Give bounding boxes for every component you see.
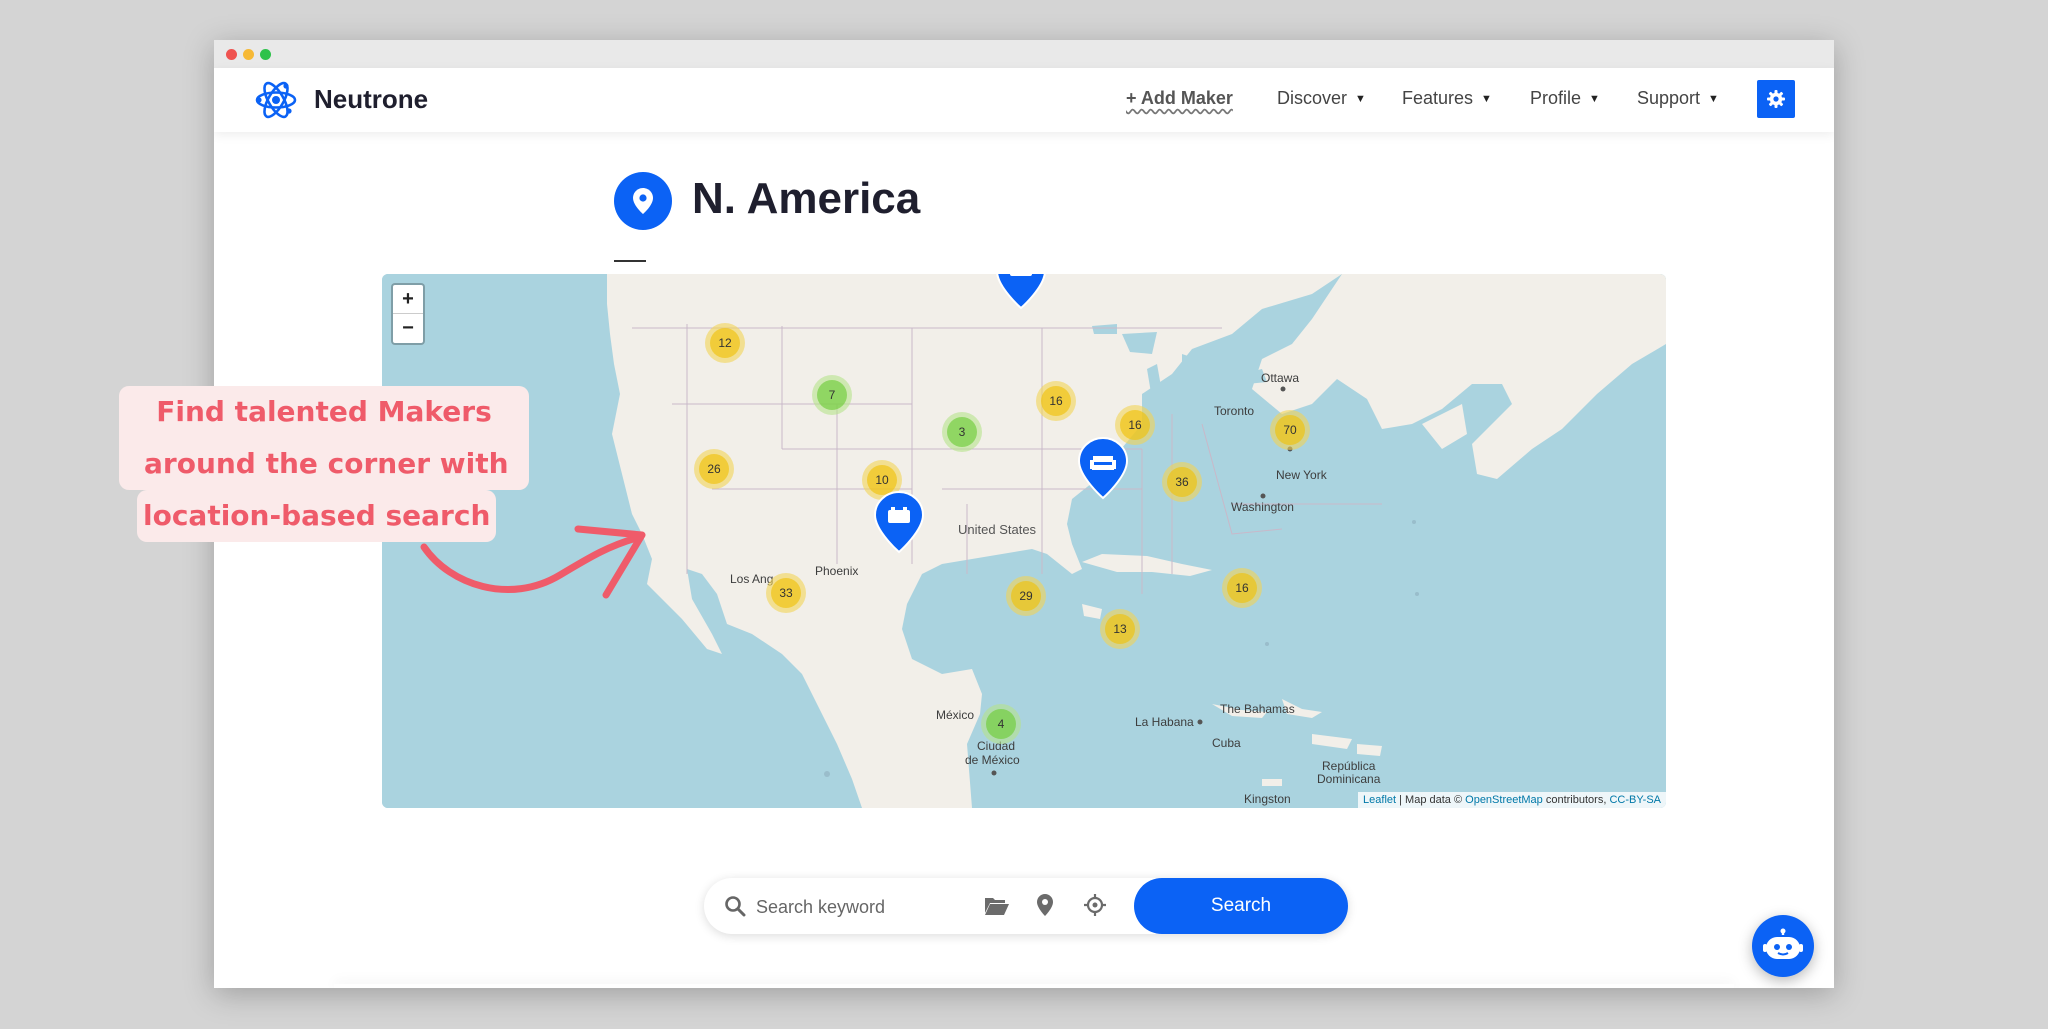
marker-cluster[interactable]: 4	[981, 704, 1021, 744]
map-label-republica: República	[1322, 759, 1376, 773]
marker-cluster[interactable]: 16	[1036, 381, 1076, 421]
add-maker-label: + Add Maker	[1126, 88, 1233, 108]
map-label-new-york: New York	[1276, 468, 1327, 482]
marker-cluster[interactable]: 29	[1006, 576, 1046, 616]
search-input[interactable]	[754, 890, 958, 924]
add-maker-link[interactable]: + Add Maker	[1126, 88, 1233, 109]
leaflet-link[interactable]: Leaflet	[1363, 794, 1396, 806]
callout-text: around the corner with	[144, 447, 509, 480]
attribution-text: | Map data ©	[1396, 794, 1466, 806]
marker-cluster[interactable]: 36	[1162, 462, 1202, 502]
maker-marker-sofa[interactable]	[1076, 436, 1130, 500]
nav-support[interactable]: Support ▼	[1637, 88, 1719, 109]
robot-icon	[1763, 928, 1803, 959]
minimize-window-button[interactable]	[243, 49, 254, 60]
nav-profile[interactable]: Profile ▼	[1530, 88, 1600, 109]
chevron-down-icon: ▼	[1481, 92, 1492, 105]
map-pin-icon[interactable]	[1036, 893, 1054, 917]
nav-features-label: Features	[1402, 88, 1474, 108]
map-label-toronto: Toronto	[1214, 404, 1255, 418]
map-label-kingston: Kingston	[1244, 792, 1291, 806]
cluster-count: 16	[1227, 573, 1257, 603]
search-bar: Search	[704, 878, 1348, 934]
marker-cluster[interactable]: 26	[694, 449, 734, 489]
chevron-down-icon: ▼	[1589, 92, 1600, 105]
map-attribution: Leaflet | Map data © OpenStreetMap contr…	[1358, 792, 1666, 808]
cluster-count: 7	[817, 380, 847, 410]
cluster-count: 12	[710, 328, 740, 358]
gear-icon	[1767, 90, 1785, 108]
cluster-count: 29	[1011, 581, 1041, 611]
chatbot-button[interactable]	[1752, 915, 1814, 977]
marker-cluster[interactable]: 3	[942, 412, 982, 452]
map-pin-icon	[633, 188, 653, 214]
marker-cluster[interactable]: 12	[705, 323, 745, 363]
cluster-count: 26	[699, 454, 729, 484]
maximize-window-button[interactable]	[260, 49, 271, 60]
marker-cluster[interactable]: 13	[1100, 609, 1140, 649]
map-label-the-bahamas: The Bahamas	[1220, 702, 1295, 716]
cluster-count: 3	[947, 417, 977, 447]
zoom-in-button[interactable]: +	[393, 285, 423, 314]
cluster-count: 33	[771, 578, 801, 608]
nav-support-label: Support	[1637, 88, 1701, 108]
cluster-count: 4	[986, 709, 1016, 739]
openstreetmap-link[interactable]: OpenStreetMap	[1465, 794, 1543, 806]
search-icon	[725, 896, 746, 917]
cluster-count: 70	[1275, 415, 1305, 445]
search-button[interactable]: Search	[1134, 878, 1348, 934]
map-label-washington: Washington	[1231, 500, 1294, 514]
nav-discover[interactable]: Discover ▼	[1277, 88, 1366, 109]
map-label-mexico: México	[936, 708, 975, 722]
chevron-down-icon: ▼	[1708, 92, 1719, 105]
map-label-de-mexico: de México	[965, 753, 1020, 767]
curved-arrow-icon	[420, 525, 646, 599]
map-label-cuba: Cuba	[1212, 736, 1241, 750]
maker-marker-keyboard[interactable]	[994, 274, 1048, 310]
attribution-text: contributors,	[1542, 794, 1610, 806]
window-titlebar	[214, 40, 1834, 68]
crosshair-icon[interactable]	[1084, 894, 1106, 916]
map-label-la-habana: La Habana	[1135, 715, 1194, 729]
marker-cluster[interactable]: 7	[812, 375, 852, 415]
page-title: N. America	[692, 174, 921, 223]
nav-features[interactable]: Features ▼	[1402, 88, 1492, 109]
section-divider	[334, 984, 1734, 988]
brand-name[interactable]: Neutrone	[314, 84, 428, 115]
marker-cluster[interactable]: 70	[1270, 410, 1310, 450]
cluster-count: 16	[1041, 386, 1071, 416]
license-link[interactable]: CC-BY-SA	[1609, 794, 1661, 806]
map-label-phoenix: Phoenix	[815, 564, 859, 578]
marker-cluster[interactable]: 16	[1222, 568, 1262, 608]
atom-icon[interactable]	[254, 80, 298, 120]
maker-marker-battery[interactable]	[872, 490, 926, 554]
navbar: Neutrone + Add Maker Discover ▼ Features ▼…	[214, 68, 1834, 132]
cluster-count: 36	[1167, 467, 1197, 497]
title-divider	[614, 260, 646, 262]
chevron-down-icon: ▼	[1355, 92, 1366, 105]
map-label-united-states: United States	[958, 522, 1037, 537]
location-badge	[614, 172, 672, 230]
zoom-out-button[interactable]: −	[393, 314, 423, 342]
nav-discover-label: Discover	[1277, 88, 1348, 108]
folder-icon[interactable]	[984, 895, 1010, 917]
close-window-button[interactable]	[226, 49, 237, 60]
map-label-dominicana: Dominicana	[1317, 772, 1381, 786]
cluster-count: 13	[1105, 614, 1135, 644]
callout-line: around the corner with	[138, 438, 515, 490]
nav-profile-label: Profile	[1530, 88, 1582, 108]
zoom-control: + −	[391, 283, 425, 345]
settings-button[interactable]	[1757, 80, 1795, 118]
map-label-ottawa: Ottawa	[1261, 371, 1300, 385]
marker-cluster[interactable]: 33	[766, 573, 806, 613]
